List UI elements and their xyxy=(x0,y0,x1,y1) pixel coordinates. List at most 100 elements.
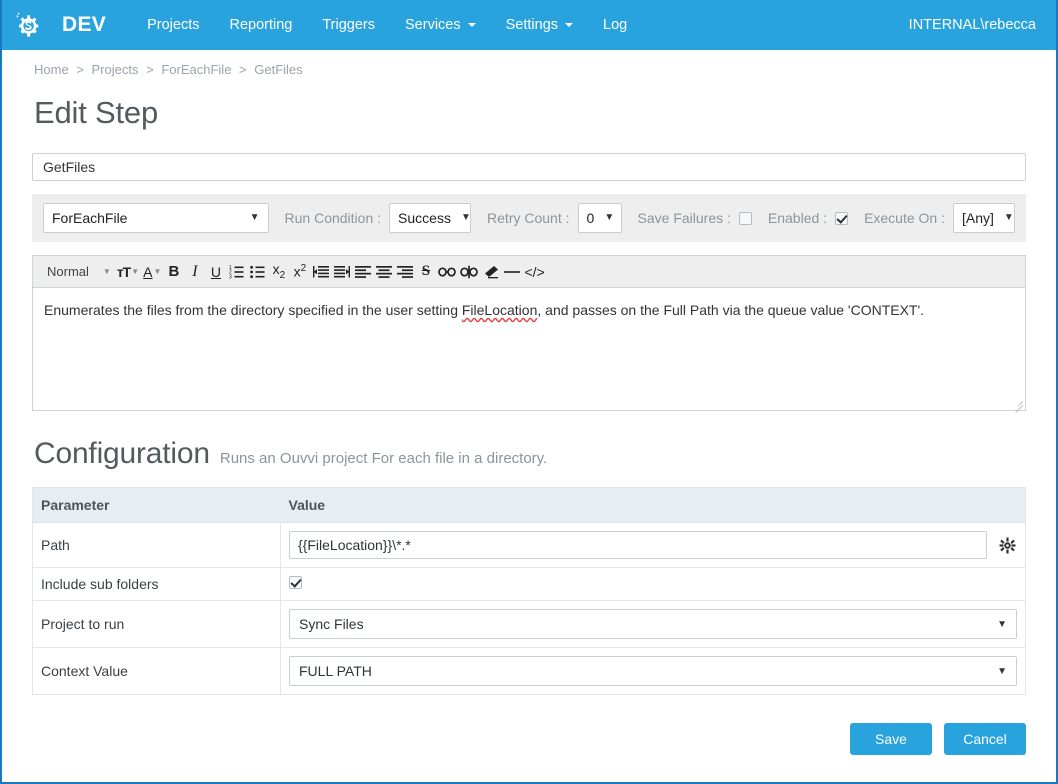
chevron-down-icon xyxy=(467,23,476,27)
ordered-list-icon[interactable]: 1 2 3 xyxy=(226,259,247,285)
description-textarea-wrapper: Enumerates the files from the directory … xyxy=(33,288,1025,414)
subscript-icon[interactable]: x2 xyxy=(268,259,289,285)
bold-icon[interactable]: B xyxy=(163,259,184,285)
run-condition-value: Success xyxy=(398,210,451,226)
parameter-value-project-to-run: Sync Files ▼ xyxy=(280,600,1026,648)
execute-on-label: Execute On : xyxy=(864,210,945,226)
chevron-down-icon: ▼ xyxy=(997,665,1007,677)
chevron-down-icon: ▼ xyxy=(997,618,1007,630)
horizontal-rule-icon[interactable] xyxy=(501,259,522,285)
parameter-label-context-value: Context Value xyxy=(32,647,281,695)
nav-item-settings[interactable]: Settings xyxy=(491,0,588,50)
chevron-down-icon xyxy=(565,23,574,27)
table-row: Project to run Sync Files ▼ xyxy=(32,600,1026,648)
description-text-part2: , and passes on the Full Path via the qu… xyxy=(537,302,925,318)
nav-item-reporting-label: Reporting xyxy=(229,17,293,33)
table-row: Context Value FULL PATH ▼ xyxy=(32,647,1026,695)
parameter-value-path xyxy=(280,522,1026,568)
italic-icon[interactable]: I xyxy=(184,259,205,285)
table-row: Path xyxy=(32,522,1026,568)
save-failures-checkbox[interactable] xyxy=(738,211,752,225)
project-to-run-value: Sync Files xyxy=(299,616,364,632)
unlink-icon[interactable] xyxy=(458,259,480,285)
chevron-down-icon: ▼ xyxy=(102,267,111,276)
nav-item-projects-label: Projects xyxy=(147,17,200,33)
breadcrumb-separator: > xyxy=(76,62,84,77)
simego-gear-logo-icon[interactable] xyxy=(8,5,48,45)
run-condition-select[interactable]: Success ▼ xyxy=(389,203,472,233)
configuration-table-body: Path {{FileLocation}}\*.* Include sub fo… xyxy=(32,522,1026,695)
nav-item-log[interactable]: Log xyxy=(588,0,642,50)
unordered-list-icon[interactable] xyxy=(247,259,268,285)
configuration-table: Parameter Value Path {{FileLocation}}\*.… xyxy=(32,487,1026,695)
execute-on-select[interactable]: [Any] ▼ xyxy=(953,203,1015,233)
configuration-table-head: Parameter Value xyxy=(32,487,1026,523)
breadcrumb: Home > Projects > ForEachFile > GetFiles xyxy=(32,50,1026,77)
chevron-down-icon: ▼ xyxy=(604,212,615,223)
description-editor: Normal ▼ тT ▼ A ▼ B I U 1 2 3 x2 x2 S </… xyxy=(32,255,1026,414)
browser-page: DEV Projects Reporting Triggers Services… xyxy=(0,0,1058,784)
align-right-icon[interactable] xyxy=(394,259,415,285)
configuration-subtitle: Runs an Ouvvi project For each file in a… xyxy=(219,450,548,467)
chevron-down-icon: ▼ xyxy=(249,212,260,223)
parameter-value-include-sub-folders xyxy=(280,567,1026,601)
execute-on-value: [Any] xyxy=(962,210,994,226)
text-color-icon[interactable]: A ▼ xyxy=(141,259,163,285)
align-center-icon[interactable] xyxy=(373,259,394,285)
editor-toolbar: Normal ▼ тT ▼ A ▼ B I U 1 2 3 x2 x2 S </… xyxy=(33,256,1025,288)
chevron-down-icon: ▼ xyxy=(460,212,471,223)
step-type-value: ForEachFile xyxy=(52,210,128,226)
cancel-button[interactable]: Cancel xyxy=(944,723,1026,755)
parameter-label-project-to-run: Project to run xyxy=(32,600,281,648)
parameter-label-include-sub-folders: Include sub folders xyxy=(32,567,281,601)
paragraph-style-value: Normal xyxy=(47,264,89,279)
breadcrumb-item-home[interactable]: Home xyxy=(34,62,69,77)
nav-item-reporting[interactable]: Reporting xyxy=(214,0,307,50)
breadcrumb-item-foreachfile[interactable]: ForEachFile xyxy=(161,62,231,77)
current-user-label[interactable]: INTERNAL\rebecca xyxy=(909,17,1040,33)
nav-item-projects[interactable]: Projects xyxy=(132,0,214,50)
nav-item-services[interactable]: Services xyxy=(390,0,491,50)
step-name-input[interactable] xyxy=(32,153,1026,181)
nav-item-triggers-label: Triggers xyxy=(322,17,375,33)
step-type-select[interactable]: ForEachFile ▼ xyxy=(43,203,269,233)
save-button[interactable]: Save xyxy=(850,723,932,755)
link-icon[interactable] xyxy=(436,259,458,285)
align-left-icon[interactable] xyxy=(352,259,373,285)
resize-handle[interactable] xyxy=(1011,396,1023,414)
chevron-down-icon: ▼ xyxy=(1003,212,1014,223)
nav-item-services-label: Services xyxy=(405,17,461,33)
breadcrumb-item-getfiles[interactable]: GetFiles xyxy=(254,62,302,77)
svg-text:3: 3 xyxy=(229,274,232,279)
column-header-value: Value xyxy=(280,487,1026,523)
retry-count-select[interactable]: 0 ▼ xyxy=(577,203,622,233)
enabled-checkbox[interactable] xyxy=(835,211,849,225)
breadcrumb-item-projects[interactable]: Projects xyxy=(92,62,139,77)
save-failures-label: Save Failures : xyxy=(637,210,731,226)
underline-icon[interactable]: U xyxy=(205,259,226,285)
breadcrumb-separator: > xyxy=(239,62,247,77)
path-input[interactable] xyxy=(289,531,987,559)
context-value-select[interactable]: FULL PATH ▼ xyxy=(289,656,1017,686)
nav-item-triggers[interactable]: Triggers xyxy=(307,0,390,50)
font-size-icon[interactable]: тT ▼ xyxy=(115,259,141,285)
indent-icon[interactable] xyxy=(331,259,352,285)
project-to-run-select[interactable]: Sync Files ▼ xyxy=(289,609,1017,639)
include-sub-folders-checkbox[interactable] xyxy=(289,576,302,589)
enabled-label: Enabled : xyxy=(767,210,828,226)
description-textarea[interactable]: Enumerates the files from the directory … xyxy=(33,288,1025,393)
source-code-icon[interactable]: </> xyxy=(522,259,546,285)
description-text-part1: Enumerates the files from the directory … xyxy=(44,302,462,318)
configuration-header: Configuration Runs an Ouvvi project For … xyxy=(34,437,1026,471)
paragraph-style-select[interactable]: Normal ▼ xyxy=(39,264,115,279)
parameter-label-path: Path xyxy=(32,522,281,568)
eraser-icon[interactable] xyxy=(480,259,501,285)
strikethrough-icon[interactable]: S xyxy=(415,259,436,285)
gear-icon[interactable] xyxy=(997,535,1017,555)
outdent-icon[interactable] xyxy=(310,259,331,285)
page-content: Home > Projects > ForEachFile > GetFiles… xyxy=(2,50,1056,782)
superscript-icon[interactable]: x2 xyxy=(289,259,310,285)
brand-title[interactable]: DEV xyxy=(62,13,106,37)
page-title: Edit Step xyxy=(34,95,159,130)
description-misspelled-word: FileLocation xyxy=(461,302,538,318)
